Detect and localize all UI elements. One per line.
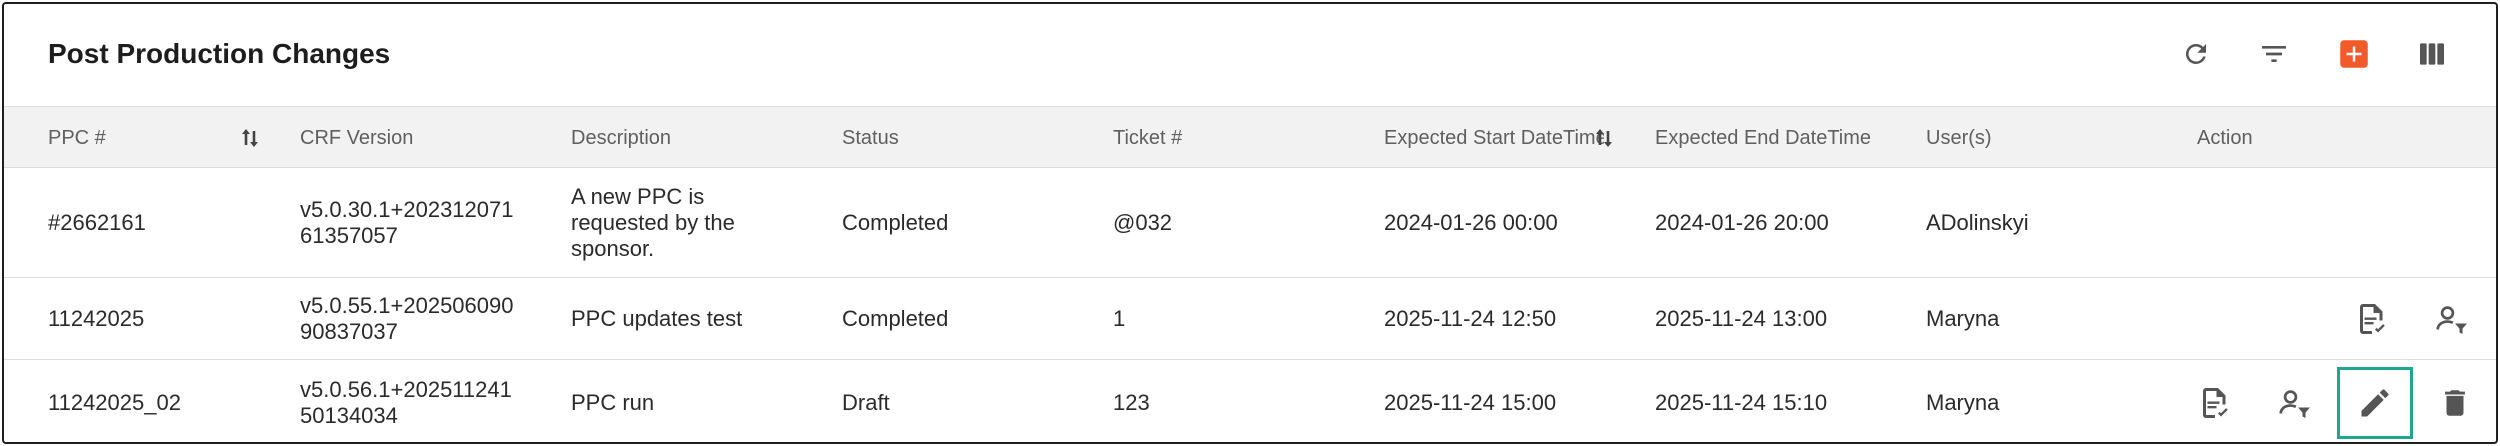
crf-version-line: v5.0.55.1+202506090 bbox=[300, 293, 514, 318]
delete-icon bbox=[2445, 390, 2465, 416]
description: PPC updates test bbox=[571, 306, 743, 331]
edit-button[interactable] bbox=[2337, 367, 2413, 439]
assign-user-button[interactable] bbox=[2429, 296, 2475, 342]
edit-icon bbox=[2361, 389, 2389, 417]
page-title: Post Production Changes bbox=[48, 38, 391, 69]
approve-document-icon bbox=[2203, 388, 2228, 418]
users: Maryna bbox=[1926, 390, 2000, 415]
crf-version: v5.0.56.1+202511241 50134034 bbox=[300, 377, 512, 429]
description: PPC run bbox=[571, 390, 655, 415]
status: Completed bbox=[842, 210, 949, 235]
ticket-number: 123 bbox=[1113, 390, 1150, 415]
filter-icon bbox=[2262, 46, 2286, 62]
column-header-ppc[interactable]: PPC # bbox=[48, 127, 106, 150]
column-header-description[interactable]: Description bbox=[571, 127, 671, 150]
expected-end: 2025-11-24 13:00 bbox=[1655, 306, 1828, 331]
column-header-action: Action bbox=[2197, 127, 2253, 149]
users: ADolinskyi bbox=[1926, 210, 2029, 235]
crf-version-line: 90837037 bbox=[300, 319, 398, 344]
ppc-panel: Post Production Changes PPC # CRF Versio… bbox=[2, 2, 2498, 444]
refresh-button[interactable] bbox=[2176, 34, 2216, 74]
status: Completed bbox=[842, 306, 949, 331]
crf-version-line: v5.0.56.1+202511241 bbox=[300, 377, 512, 402]
ticket-number: @032 bbox=[1113, 210, 1173, 235]
ppc-number: 11242025_02 bbox=[48, 390, 181, 415]
expected-end: 2024-01-26 20:00 bbox=[1655, 210, 1829, 235]
crf-version-line: v5.0.30.1+202312071 bbox=[300, 197, 514, 222]
crf-version-line: 50134034 bbox=[300, 403, 398, 428]
filter-button[interactable] bbox=[2254, 34, 2294, 74]
assign-user-button[interactable] bbox=[2272, 380, 2318, 426]
expected-start: 2024-01-26 00:00 bbox=[1384, 210, 1558, 235]
expected-start: 2025-11-24 12:50 bbox=[1384, 306, 1557, 331]
table-row[interactable]: #2662161 v5.0.30.1+202312071 61357057 A … bbox=[4, 168, 2496, 278]
crf-version-line: 61357057 bbox=[300, 223, 398, 248]
description: A new PPC is requested by the sponsor. bbox=[571, 184, 735, 261]
column-header-expected-end[interactable]: Expected End DateTime bbox=[1655, 127, 1871, 150]
column-header-ticket[interactable]: Ticket # bbox=[1113, 127, 1182, 150]
column-header-status[interactable]: Status bbox=[842, 127, 899, 150]
users: Maryna bbox=[1926, 306, 2000, 331]
assign-user-icon bbox=[2436, 306, 2467, 334]
approve-button[interactable] bbox=[2349, 296, 2395, 342]
crf-version: v5.0.30.1+202312071 61357057 bbox=[300, 197, 513, 249]
column-header-crf-version[interactable]: CRF Version bbox=[300, 127, 413, 150]
ticket-number: 1 bbox=[1113, 306, 1126, 331]
delete-button[interactable] bbox=[2432, 380, 2478, 426]
ppc-number: 11242025 bbox=[48, 306, 145, 331]
sort-ppc-button[interactable] bbox=[240, 127, 260, 154]
panel-header: Post Production Changes bbox=[4, 4, 2496, 106]
columns-button[interactable] bbox=[2412, 34, 2452, 74]
refresh-icon bbox=[2186, 43, 2206, 64]
ppc-number: #2662161 bbox=[48, 210, 146, 235]
add-button[interactable] bbox=[2334, 34, 2374, 74]
column-header-users[interactable]: User(s) bbox=[1926, 127, 1992, 150]
approve-button[interactable] bbox=[2192, 380, 2238, 426]
column-header-expected-start[interactable]: Expected Start DateTime bbox=[1384, 127, 1604, 150]
table-row[interactable]: 11242025 v5.0.55.1+202506090 90837037 PP… bbox=[4, 278, 2496, 360]
sort-icon bbox=[242, 129, 258, 147]
add-icon bbox=[2340, 40, 2368, 68]
table-row[interactable]: 11242025_02 v5.0.56.1+202511241 50134034… bbox=[4, 360, 2496, 442]
assign-user-icon bbox=[2279, 390, 2310, 418]
table-header: PPC # CRF Version Description Status Tic… bbox=[4, 106, 2496, 168]
status: Draft bbox=[842, 390, 890, 415]
sort-icon bbox=[1596, 129, 1612, 147]
sort-start-button[interactable] bbox=[1594, 127, 1614, 154]
approve-document-icon bbox=[2360, 304, 2385, 334]
expected-start: 2025-11-24 15:00 bbox=[1384, 390, 1557, 415]
crf-version: v5.0.55.1+202506090 90837037 bbox=[300, 293, 513, 345]
expected-end: 2025-11-24 15:10 bbox=[1655, 390, 1828, 415]
columns-icon bbox=[2420, 43, 2444, 65]
